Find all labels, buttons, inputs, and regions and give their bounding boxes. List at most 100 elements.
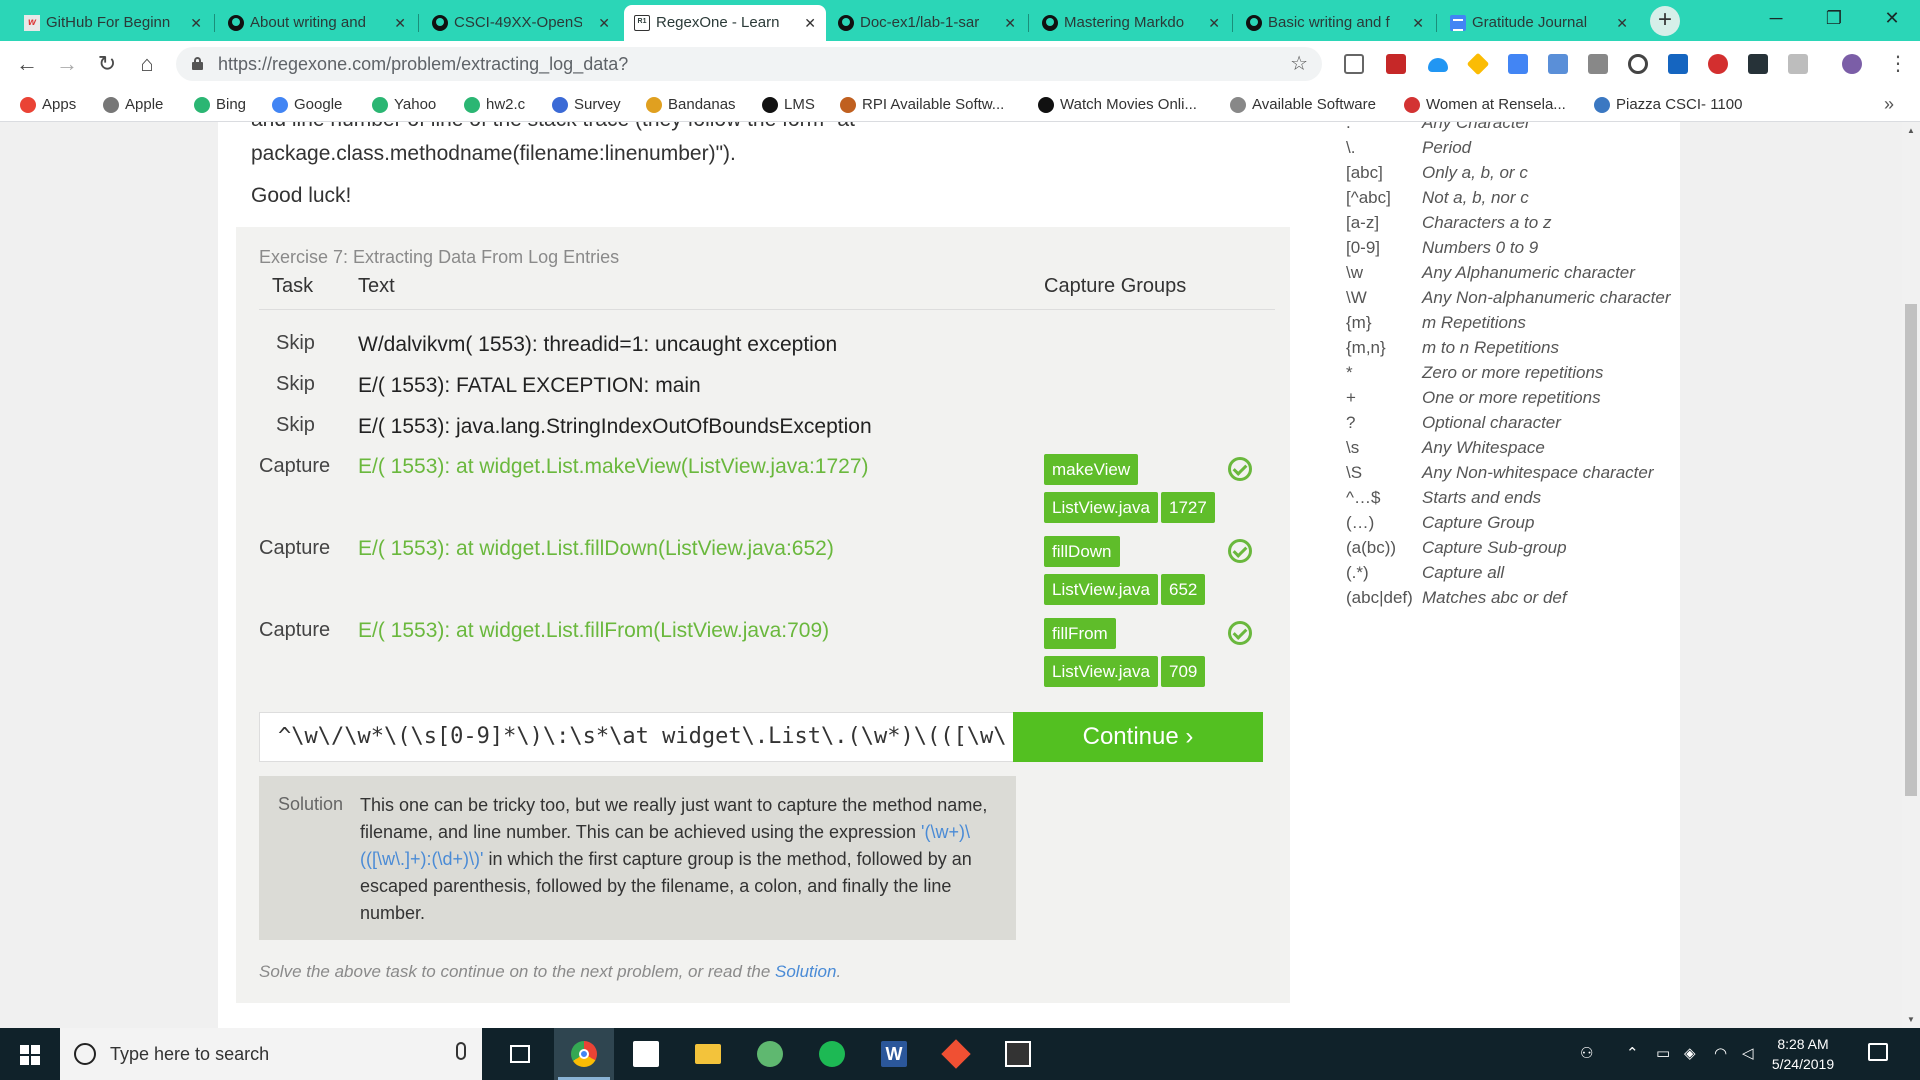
home-icon[interactable]: ⌂ (132, 49, 162, 79)
volume-icon[interactable]: ◁ (1742, 1028, 1754, 1080)
terminal-icon[interactable] (1748, 54, 1768, 74)
regex-input[interactable]: ^\w\/\w*\(\s[0-9]*\)\:\s*\at widget\.Lis… (259, 712, 1016, 762)
page-scrollbar[interactable]: ▲ ▼ (1902, 122, 1920, 1028)
row-task-label: Skip (276, 332, 315, 354)
battery-icon[interactable]: ▭ (1656, 1028, 1670, 1080)
grey-extension-icon[interactable] (1788, 54, 1808, 74)
new-tab-button[interactable]: + (1650, 6, 1680, 36)
notification-extension-icon[interactable] (1708, 54, 1728, 74)
circle-extension-icon[interactable] (1628, 54, 1648, 74)
apple-icon (103, 97, 119, 113)
row-task-label: Capture (259, 537, 331, 559)
forward-icon[interactable]: → (52, 49, 82, 79)
check-icon (1228, 539, 1252, 563)
dropbox-tray-icon[interactable]: ◈ (1684, 1028, 1696, 1080)
puzzle-icon[interactable] (1588, 54, 1608, 74)
file-explorer-icon[interactable] (678, 1028, 738, 1080)
profile-avatar-icon[interactable] (1842, 54, 1862, 74)
tab-gratitude-journal[interactable]: Gratitude Journal ✕ (1440, 5, 1638, 41)
microphone-icon[interactable] (456, 1042, 466, 1060)
store-icon[interactable] (616, 1028, 676, 1080)
tab-csci-49xx[interactable]: CSCI-49XX-OpenS ✕ (422, 5, 620, 41)
close-icon[interactable]: ✕ (804, 5, 816, 41)
start-button[interactable] (0, 1028, 60, 1080)
tab-doc-ex1[interactable]: Doc-ex1/lab-1-sar ✕ (828, 5, 1026, 41)
women-icon (1404, 97, 1420, 113)
scroll-down-arrow-icon[interactable]: ▼ (1902, 1015, 1920, 1024)
tab-basic-writing[interactable]: Basic writing and f ✕ (1236, 5, 1434, 41)
close-icon[interactable]: ✕ (1004, 5, 1016, 41)
bookmark-survey[interactable]: Survey (550, 88, 621, 121)
bookmark-yahoo[interactable]: Yahoo (370, 88, 436, 121)
chevron-up-icon[interactable]: ⌃ (1626, 1028, 1639, 1080)
bookmark-bandanas[interactable]: Bandanas (644, 88, 736, 121)
scrollbar-thumb[interactable] (1905, 304, 1917, 796)
capture-group-badge: ListView.java (1044, 492, 1158, 523)
chrome-icon[interactable] (554, 1028, 614, 1080)
bookmark-hw2c[interactable]: hw2.c (462, 88, 525, 121)
bookmark-piazza[interactable]: Piazza CSCI- 1100 (1592, 88, 1742, 121)
word-icon[interactable]: W (864, 1028, 924, 1080)
drive-icon[interactable] (1466, 52, 1490, 76)
bookmark-watch-movies[interactable]: Watch Movies Onli... (1036, 88, 1197, 121)
menu-icon[interactable]: ⋮ (1888, 50, 1908, 78)
bookmark-lms[interactable]: LMS (760, 88, 815, 121)
close-icon[interactable]: ✕ (1616, 5, 1628, 41)
dropbox-icon[interactable] (1668, 54, 1688, 74)
close-icon[interactable]: ✕ (1412, 5, 1424, 41)
spotify-icon[interactable] (802, 1028, 862, 1080)
close-icon[interactable]: ✕ (190, 5, 202, 41)
close-icon[interactable]: ✕ (394, 5, 406, 41)
tab-about-writing[interactable]: About writing and ✕ (218, 5, 416, 41)
close-icon[interactable]: ✕ (598, 5, 610, 41)
tab-mastering-markdown[interactable]: Mastering Markdo ✕ (1032, 5, 1230, 41)
solution-link[interactable]: Solution (775, 962, 836, 981)
bookmark-bing[interactable]: Bing (192, 88, 246, 121)
bookmark-women-rensselaer[interactable]: Women at Rensela... (1402, 88, 1566, 121)
bookmark-star-icon[interactable]: ☆ (1290, 47, 1308, 81)
action-center-icon[interactable] (1868, 1043, 1888, 1061)
apps-grid-icon (20, 97, 36, 113)
back-icon[interactable]: ← (12, 49, 42, 79)
bookmark-apple[interactable]: Apple (101, 88, 163, 121)
wifi-icon[interactable]: ◠ (1714, 1028, 1727, 1080)
restore-icon[interactable]: ❐ (1806, 0, 1862, 36)
bookmark-rpi-software[interactable]: RPI Available Softw... (838, 88, 1004, 121)
cheatsheet-symbol: \S (1346, 463, 1363, 482)
cheatsheet-description: m Repetitions (1422, 313, 1526, 332)
gmail-icon[interactable] (1344, 54, 1364, 74)
scroll-up-arrow-icon[interactable]: ▲ (1902, 126, 1920, 135)
reload-icon[interactable]: ↻ (92, 49, 122, 79)
system-clock[interactable]: 8:28 AM 5/24/2019 (1758, 1034, 1848, 1074)
tab-regexone[interactable]: R1 RegexOne - Learn ✕ (624, 5, 826, 41)
survey-icon (552, 97, 568, 113)
more-bookmarks-icon[interactable]: » (1884, 88, 1894, 121)
cheatsheet-description: Matches abc or def (1422, 588, 1567, 607)
close-icon[interactable]: ✕ (1208, 5, 1220, 41)
bookmark-available-software[interactable]: Available Software (1228, 88, 1376, 121)
solution-label: Solution (278, 794, 344, 814)
camera-icon[interactable] (1548, 54, 1568, 74)
url-text[interactable]: https://regexone.com/problem/extracting_… (218, 47, 628, 81)
git-icon[interactable] (926, 1028, 986, 1080)
lms-icon (762, 97, 778, 113)
atom-icon[interactable] (740, 1028, 800, 1080)
continue-button[interactable]: Continue › (1013, 712, 1263, 762)
close-window-icon[interactable]: ✕ (1864, 0, 1920, 36)
cheatsheet-symbol: (…) (1346, 513, 1375, 532)
bookmark-apps[interactable]: Apps (18, 88, 76, 121)
taskbar-search[interactable]: Type here to search (60, 1028, 482, 1080)
exercise-title: Exercise 7: Extracting Data From Log Ent… (259, 247, 620, 267)
bookmark-google[interactable]: Google (270, 88, 342, 121)
task-view-icon[interactable] (490, 1028, 550, 1080)
minimize-icon[interactable]: ─ (1748, 0, 1804, 36)
photos-icon[interactable] (988, 1028, 1048, 1080)
cloud-icon[interactable] (1428, 58, 1448, 72)
address-bar[interactable]: https://regexone.com/problem/extracting_… (176, 47, 1322, 81)
cheatsheet-symbol: + (1346, 388, 1356, 407)
translate-icon[interactable] (1508, 54, 1528, 74)
people-icon[interactable]: ⚇ (1580, 1028, 1593, 1080)
readlater-icon[interactable] (1386, 54, 1406, 74)
cheatsheet-description: Starts and ends (1422, 488, 1542, 507)
tab-github-for-beginners[interactable]: w GitHub For Beginn ✕ (14, 5, 212, 41)
